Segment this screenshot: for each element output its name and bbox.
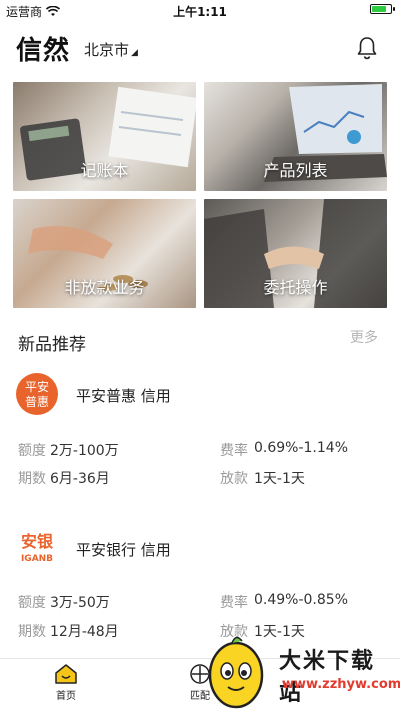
rate-value: 0.69%-1.14% (254, 440, 349, 456)
product-card[interactable]: 平安 普惠 平安普惠 信用 额度 2万-100万 费率 0.69%-1.14% … (0, 373, 400, 493)
disburse-key: 放款 (220, 471, 248, 487)
logo-text-2: IGANB (21, 554, 53, 564)
product-name: 平安普惠 信用 (76, 387, 171, 405)
term-key: 期数 (18, 624, 46, 640)
battery-fill (372, 6, 386, 12)
city-label: 北京市 (84, 41, 130, 59)
amount-value: 2万-100万 (50, 443, 119, 459)
tile-entrust[interactable]: 委托操作 (204, 199, 387, 308)
logo-text-1: 安银 (21, 532, 54, 551)
amount-key: 额度 (18, 443, 46, 459)
tile-non-loan[interactable]: 非放款业务 (13, 199, 196, 308)
disburse-value: 1天-1天 (254, 471, 305, 487)
logo-text-2: 普惠 (25, 395, 49, 409)
tile-label: 记账本 (80, 161, 129, 180)
dropdown-arrow-icon: ◢ (131, 47, 138, 58)
more-link[interactable]: 更多 (350, 327, 378, 347)
tab-home[interactable]: 首页 (36, 663, 96, 702)
section-header: 新品推荐 更多 (0, 320, 400, 360)
mascot-egg-icon (208, 636, 264, 709)
amount-value: 3万-50万 (50, 595, 110, 611)
product-card[interactable]: 安银 IGANB 平安银行 信用 额度 3万-50万 费率 0.49%-0.85… (0, 527, 400, 647)
battery-icon (370, 4, 395, 14)
term-value: 12月-48月 (50, 624, 119, 640)
pingan-puhui-logo: 平安 普惠 (16, 373, 58, 415)
watermark: 大米下载站 www.zzhyw.com (194, 635, 400, 709)
pingan-bank-logo: 安银 IGANB (21, 532, 54, 564)
status-bar: 运营商 上午1:11 (0, 0, 400, 22)
rate-key: 费率 (220, 595, 248, 611)
tile-label: 产品列表 (263, 161, 328, 180)
tab-label: 首页 (56, 691, 76, 702)
watermark-url: www.zzhyw.com (282, 677, 400, 692)
watermark-title: 大米下载站 (279, 649, 376, 706)
feature-tiles: 记账本 产品列表 非放款业务 委托操作 (13, 82, 387, 308)
tile-label: 非放款业务 (64, 278, 145, 297)
product-name: 平安银行 信用 (76, 541, 171, 559)
term-value: 6月-36月 (50, 471, 110, 487)
status-time: 上午1:11 (173, 5, 227, 19)
section-title: 新品推荐 (18, 335, 86, 355)
tile-product-list[interactable]: 产品列表 (204, 82, 387, 191)
app-logo: 信然 (16, 36, 71, 66)
header: 信然 北京市 ◢ (0, 24, 400, 72)
term-key: 期数 (18, 471, 46, 487)
tile-ledger[interactable]: 记账本 (13, 82, 196, 191)
rate-value: 0.49%-0.85% (254, 592, 349, 608)
rate-key: 费率 (220, 443, 248, 459)
status-right (370, 4, 395, 14)
home-icon (55, 664, 77, 684)
tile-label: 委托操作 (263, 278, 328, 297)
bell-icon[interactable] (356, 36, 378, 60)
amount-key: 额度 (18, 595, 46, 611)
city-selector[interactable]: 北京市 ◢ (84, 39, 138, 60)
logo-text-1: 平安 (25, 379, 49, 394)
